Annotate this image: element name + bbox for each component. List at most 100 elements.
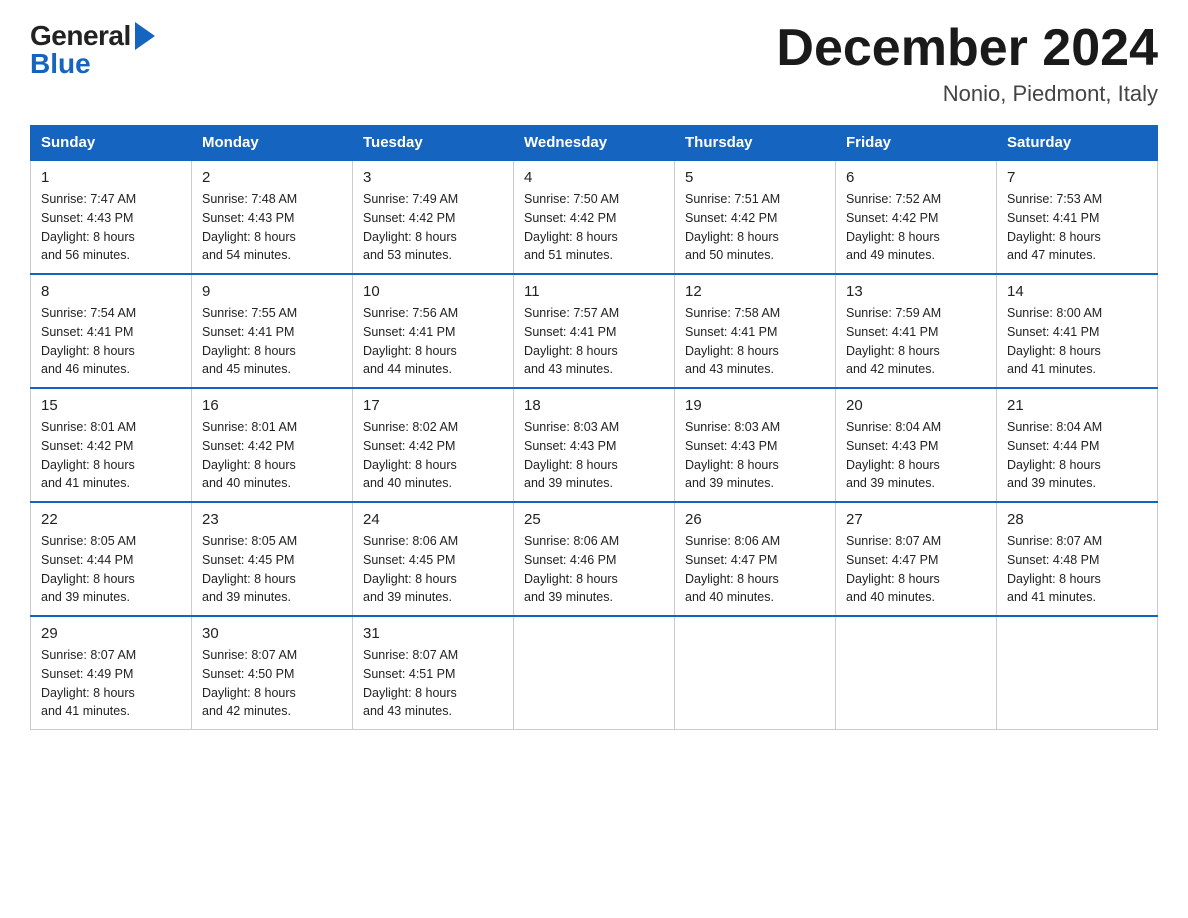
calendar-cell: 2Sunrise: 7:48 AMSunset: 4:43 PMDaylight… (192, 160, 353, 274)
day-number: 31 (363, 625, 503, 642)
day-number: 9 (202, 283, 342, 300)
day-number: 11 (524, 283, 664, 300)
day-number: 5 (685, 169, 825, 186)
day-info: Sunrise: 8:02 AMSunset: 4:42 PMDaylight:… (363, 418, 503, 493)
day-number: 3 (363, 169, 503, 186)
day-number: 21 (1007, 397, 1147, 414)
calendar-cell: 16 Sunrise: 8:01 AMSunset: 4:42 PMDayligh… (192, 388, 353, 502)
day-info: Sunrise: 8:00 AMSunset: 4:41 PMDaylight:… (1007, 304, 1147, 379)
day-info: Sunrise: 8:06 AMSunset: 4:45 PMDaylight:… (363, 532, 503, 607)
day-number: 17 (363, 397, 503, 414)
logo: General Blue (30, 20, 155, 80)
day-number: 29 (41, 625, 181, 642)
calendar-cell (675, 616, 836, 730)
day-info: Sunrise: 7:47 AMSunset: 4:43 PMDaylight:… (41, 190, 181, 265)
day-number: 30 (202, 625, 342, 642)
day-info: Sunrise: 7:49 AMSunset: 4:42 PMDaylight:… (363, 190, 503, 265)
title-block: December 2024 Nonio, Piedmont, Italy (776, 20, 1158, 107)
day-info: Sunrise: 8:03 AMSunset: 4:43 PMDaylight:… (685, 418, 825, 493)
calendar-cell: 17 Sunrise: 8:02 AMSunset: 4:42 PMDayligh… (353, 388, 514, 502)
day-info: Sunrise: 8:06 AMSunset: 4:47 PMDaylight:… (685, 532, 825, 607)
day-info: Sunrise: 8:01 AMSunset: 4:42 PMDaylight:… (41, 418, 181, 493)
calendar-week-3: 15 Sunrise: 8:01 AMSunset: 4:42 PMDayligh… (31, 388, 1158, 502)
day-info: Sunrise: 8:07 AMSunset: 4:50 PMDaylight:… (202, 646, 342, 721)
day-number: 28 (1007, 511, 1147, 528)
calendar-cell: 5 Sunrise: 7:51 AMSunset: 4:42 PMDaylight… (675, 160, 836, 274)
calendar-table: SundayMondayTuesdayWednesdayThursdayFrid… (30, 125, 1158, 730)
col-header-saturday: Saturday (997, 126, 1158, 161)
day-number: 4 (524, 169, 664, 186)
calendar-cell: 21Sunrise: 8:04 AMSunset: 4:44 PMDayligh… (997, 388, 1158, 502)
col-header-sunday: Sunday (31, 126, 192, 161)
calendar-cell: 6Sunrise: 7:52 AMSunset: 4:42 PMDaylight… (836, 160, 997, 274)
day-number: 24 (363, 511, 503, 528)
calendar-cell: 24 Sunrise: 8:06 AMSunset: 4:45 PMDayligh… (353, 502, 514, 616)
location-title: Nonio, Piedmont, Italy (776, 81, 1158, 107)
day-info: Sunrise: 8:07 AMSunset: 4:49 PMDaylight:… (41, 646, 181, 721)
day-number: 23 (202, 511, 342, 528)
day-info: Sunrise: 8:04 AMSunset: 4:43 PMDaylight:… (846, 418, 986, 493)
day-info: Sunrise: 7:51 AMSunset: 4:42 PMDaylight:… (685, 190, 825, 265)
calendar-cell: 19 Sunrise: 8:03 AMSunset: 4:43 PMDayligh… (675, 388, 836, 502)
calendar-cell: 25 Sunrise: 8:06 AMSunset: 4:46 PMDayligh… (514, 502, 675, 616)
day-info: Sunrise: 7:59 AMSunset: 4:41 PMDaylight:… (846, 304, 986, 379)
calendar-cell: 23 Sunrise: 8:05 AMSunset: 4:45 PMDayligh… (192, 502, 353, 616)
calendar-cell: 29 Sunrise: 8:07 AMSunset: 4:49 PMDayligh… (31, 616, 192, 730)
page-header: General Blue December 2024 Nonio, Piedmo… (30, 20, 1158, 107)
logo-arrow-icon (135, 22, 155, 50)
month-title: December 2024 (776, 20, 1158, 77)
calendar-cell (997, 616, 1158, 730)
calendar-body: 1 Sunrise: 7:47 AMSunset: 4:43 PMDaylight… (31, 160, 1158, 730)
day-info: Sunrise: 8:07 AMSunset: 4:51 PMDaylight:… (363, 646, 503, 721)
col-header-friday: Friday (836, 126, 997, 161)
day-info: Sunrise: 8:03 AMSunset: 4:43 PMDaylight:… (524, 418, 664, 493)
day-number: 14 (1007, 283, 1147, 300)
calendar-cell: 4 Sunrise: 7:50 AMSunset: 4:42 PMDaylight… (514, 160, 675, 274)
day-number: 27 (846, 511, 986, 528)
day-info: Sunrise: 8:07 AMSunset: 4:47 PMDaylight:… (846, 532, 986, 607)
day-info: Sunrise: 8:07 AMSunset: 4:48 PMDaylight:… (1007, 532, 1147, 607)
day-number: 2 (202, 169, 342, 186)
calendar-cell: 26Sunrise: 8:06 AMSunset: 4:47 PMDayligh… (675, 502, 836, 616)
calendar-cell: 27 Sunrise: 8:07 AMSunset: 4:47 PMDayligh… (836, 502, 997, 616)
col-header-monday: Monday (192, 126, 353, 161)
day-number: 19 (685, 397, 825, 414)
day-number: 15 (41, 397, 181, 414)
calendar-cell: 7 Sunrise: 7:53 AMSunset: 4:41 PMDaylight… (997, 160, 1158, 274)
day-info: Sunrise: 7:55 AMSunset: 4:41 PMDaylight:… (202, 304, 342, 379)
day-info: Sunrise: 8:06 AMSunset: 4:46 PMDaylight:… (524, 532, 664, 607)
calendar-cell: 20Sunrise: 8:04 AMSunset: 4:43 PMDayligh… (836, 388, 997, 502)
calendar-cell (514, 616, 675, 730)
day-info: Sunrise: 7:50 AMSunset: 4:42 PMDaylight:… (524, 190, 664, 265)
calendar-cell: 28 Sunrise: 8:07 AMSunset: 4:48 PMDayligh… (997, 502, 1158, 616)
calendar-cell: 30 Sunrise: 8:07 AMSunset: 4:50 PMDayligh… (192, 616, 353, 730)
day-info: Sunrise: 8:01 AMSunset: 4:42 PMDaylight:… (202, 418, 342, 493)
day-info: Sunrise: 8:05 AMSunset: 4:45 PMDaylight:… (202, 532, 342, 607)
calendar-cell: 15 Sunrise: 8:01 AMSunset: 4:42 PMDayligh… (31, 388, 192, 502)
calendar-cell: 18 Sunrise: 8:03 AMSunset: 4:43 PMDayligh… (514, 388, 675, 502)
day-number: 25 (524, 511, 664, 528)
logo-blue-text: Blue (30, 48, 91, 80)
day-info: Sunrise: 7:56 AMSunset: 4:41 PMDaylight:… (363, 304, 503, 379)
day-number: 6 (846, 169, 986, 186)
calendar-cell: 14 Sunrise: 8:00 AMSunset: 4:41 PMDayligh… (997, 274, 1158, 388)
calendar-week-2: 8Sunrise: 7:54 AMSunset: 4:41 PMDaylight… (31, 274, 1158, 388)
calendar-week-5: 29 Sunrise: 8:07 AMSunset: 4:49 PMDayligh… (31, 616, 1158, 730)
calendar-cell: 9 Sunrise: 7:55 AMSunset: 4:41 PMDaylight… (192, 274, 353, 388)
day-number: 16 (202, 397, 342, 414)
calendar-cell: 12 Sunrise: 7:58 AMSunset: 4:41 PMDayligh… (675, 274, 836, 388)
day-number: 7 (1007, 169, 1147, 186)
calendar-cell: 31 Sunrise: 8:07 AMSunset: 4:51 PMDayligh… (353, 616, 514, 730)
day-info: Sunrise: 8:05 AMSunset: 4:44 PMDaylight:… (41, 532, 181, 607)
day-info: Sunrise: 7:54 AMSunset: 4:41 PMDaylight:… (41, 304, 181, 379)
calendar-cell: 1 Sunrise: 7:47 AMSunset: 4:43 PMDaylight… (31, 160, 192, 274)
calendar-cell: 11Sunrise: 7:57 AMSunset: 4:41 PMDayligh… (514, 274, 675, 388)
day-info: Sunrise: 7:53 AMSunset: 4:41 PMDaylight:… (1007, 190, 1147, 265)
calendar-header: SundayMondayTuesdayWednesdayThursdayFrid… (31, 126, 1158, 161)
day-number: 18 (524, 397, 664, 414)
calendar-cell (836, 616, 997, 730)
day-number: 12 (685, 283, 825, 300)
day-number: 1 (41, 169, 181, 186)
day-number: 13 (846, 283, 986, 300)
day-info: Sunrise: 7:58 AMSunset: 4:41 PMDaylight:… (685, 304, 825, 379)
